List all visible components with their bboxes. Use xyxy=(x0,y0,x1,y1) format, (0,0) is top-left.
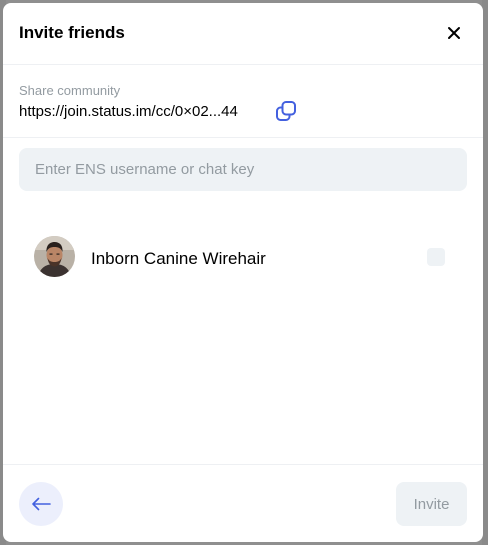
close-button[interactable] xyxy=(441,20,467,46)
search-input[interactable] xyxy=(19,148,467,191)
contact-checkbox[interactable] xyxy=(427,248,445,266)
invite-friends-dialog: Invite friends Share community https://j… xyxy=(3,3,483,542)
back-button[interactable] xyxy=(19,482,63,526)
share-community-label: Share community xyxy=(19,83,121,98)
share-community-section: Share community https://join.status.im/c… xyxy=(3,65,483,138)
copy-icon xyxy=(276,101,296,121)
close-icon xyxy=(448,27,460,39)
share-community-link: https://join.status.im/cc/0×02...44 xyxy=(19,103,238,120)
dialog-footer: Invite xyxy=(3,464,483,542)
contact-name: Inborn Canine Wirehair xyxy=(91,249,266,268)
dialog-title: Invite friends xyxy=(19,23,125,42)
dialog-header: Invite friends xyxy=(3,3,483,65)
contact-list-item[interactable]: Inborn Canine Wirehair xyxy=(19,231,467,279)
arrow-left-icon xyxy=(32,497,51,511)
copy-link-button[interactable] xyxy=(274,99,298,123)
invite-button[interactable]: Invite xyxy=(396,482,467,526)
contact-avatar xyxy=(34,236,75,277)
